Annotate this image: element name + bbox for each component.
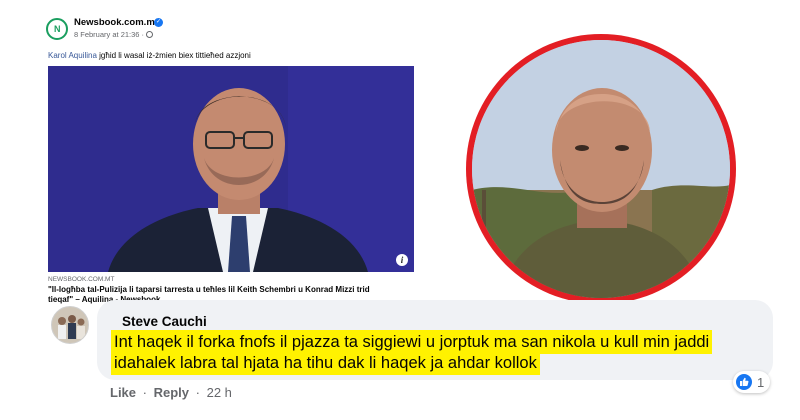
comment-text-line-2: idahalek labra tal hjata ha tihu dak li … xyxy=(111,351,540,375)
separator-dot: · xyxy=(142,385,147,400)
screenshot-composite: N Newsbook.com.mt ✓ 8 February at 21:36 … xyxy=(0,0,800,420)
commenter-portrait-ring xyxy=(466,34,736,304)
separator-dot: · xyxy=(195,385,200,400)
thumbs-up-glyph xyxy=(740,377,749,386)
comment-actions: Like · Reply · 22 h xyxy=(110,385,232,400)
comment-timestamp[interactable]: 22 h xyxy=(207,385,232,400)
reaction-count: 1 xyxy=(757,374,765,390)
reaction-summary[interactable]: 1 xyxy=(733,371,771,393)
post-text-body: jgħid li wasal iż-żmien biex tittieħed a… xyxy=(96,51,251,60)
link-domain: NEWSBOOK.COM.MT xyxy=(48,276,115,283)
post-header: N Newsbook.com.mt ✓ 8 February at 21:36 … xyxy=(42,14,414,64)
man-in-suit-photo xyxy=(48,66,414,272)
commenter-portrait-photo xyxy=(472,40,730,298)
reply-button[interactable]: Reply xyxy=(154,385,189,400)
verified-badge-icon: ✓ xyxy=(154,18,163,27)
mention-link[interactable]: Karol Aquilina xyxy=(48,51,97,60)
info-icon[interactable]: i xyxy=(396,254,408,266)
globe-icon xyxy=(146,31,154,38)
post-text: Karol Aquilina jgħid li wasal iż-żmien b… xyxy=(48,51,251,60)
post-timestamp[interactable]: 8 February at 21:36 · xyxy=(74,30,154,39)
group-photo-avatar xyxy=(52,307,88,343)
commenter-avatar[interactable] xyxy=(51,306,89,344)
facebook-post-card: N Newsbook.com.mt ✓ 8 February at 21:36 … xyxy=(42,14,414,304)
page-name-link[interactable]: Newsbook.com.mt xyxy=(74,17,158,28)
newsbook-logo-icon[interactable]: N xyxy=(46,18,68,40)
comment-author-link[interactable]: Steve Cauchi xyxy=(122,314,207,329)
like-reaction-icon xyxy=(736,374,752,390)
post-link-image[interactable]: i xyxy=(48,66,414,272)
bald-man-photo xyxy=(472,40,730,298)
like-button[interactable]: Like xyxy=(110,385,136,400)
